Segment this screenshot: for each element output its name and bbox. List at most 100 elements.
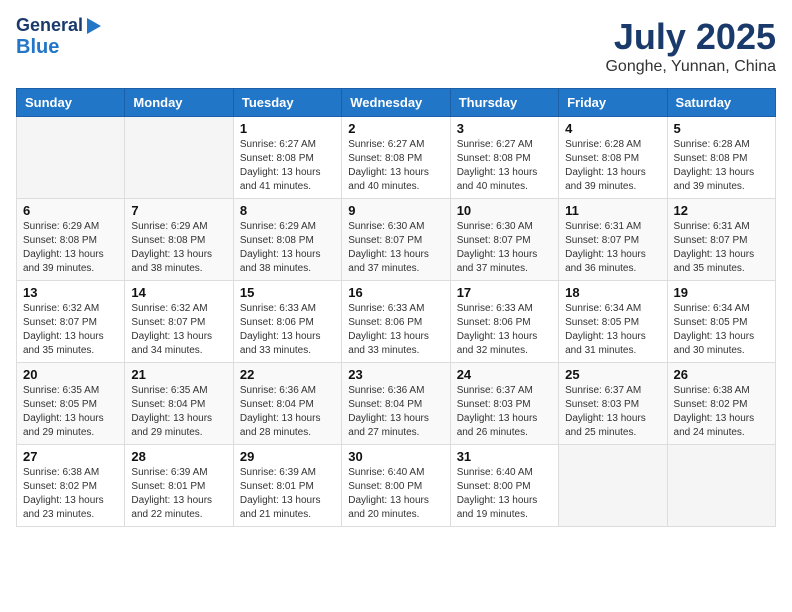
day-detail: Sunrise: 6:29 AM Sunset: 8:08 PM Dayligh… xyxy=(240,220,335,276)
calendar-cell xyxy=(17,117,125,199)
day-detail: Sunrise: 6:40 AM Sunset: 8:00 PM Dayligh… xyxy=(348,466,443,522)
day-number: 4 xyxy=(565,121,660,136)
day-number: 19 xyxy=(674,285,769,300)
day-detail: Sunrise: 6:39 AM Sunset: 8:01 PM Dayligh… xyxy=(240,466,335,522)
logo: General Blue xyxy=(16,16,101,58)
day-detail: Sunrise: 6:33 AM Sunset: 8:06 PM Dayligh… xyxy=(348,302,443,358)
calendar-cell: 28Sunrise: 6:39 AM Sunset: 8:01 PM Dayli… xyxy=(125,445,233,527)
day-detail: Sunrise: 6:33 AM Sunset: 8:06 PM Dayligh… xyxy=(240,302,335,358)
day-detail: Sunrise: 6:27 AM Sunset: 8:08 PM Dayligh… xyxy=(457,138,552,194)
day-detail: Sunrise: 6:40 AM Sunset: 8:00 PM Dayligh… xyxy=(457,466,552,522)
day-detail: Sunrise: 6:35 AM Sunset: 8:04 PM Dayligh… xyxy=(131,384,226,440)
calendar-cell: 17 Sunrise: 6:33 AM Sunset: 8:06 PM Dayli… xyxy=(450,281,558,363)
day-detail: Sunrise: 6:27 AM Sunset: 8:08 PM Dayligh… xyxy=(240,138,335,194)
calendar-cell: 10 Sunrise: 6:30 AM Sunset: 8:07 PM Dayli… xyxy=(450,199,558,281)
day-number: 28 xyxy=(131,449,226,464)
day-number: 30 xyxy=(348,449,443,464)
day-detail: Sunrise: 6:35 AM Sunset: 8:05 PM Dayligh… xyxy=(23,384,118,440)
day-number: 5 xyxy=(674,121,769,136)
weekday-header: Tuesday xyxy=(233,89,341,117)
day-detail: Sunrise: 6:36 AM Sunset: 8:04 PM Dayligh… xyxy=(348,384,443,440)
day-detail: Sunrise: 6:30 AM Sunset: 8:07 PM Dayligh… xyxy=(457,220,552,276)
day-number: 20 xyxy=(23,367,118,382)
day-detail: Sunrise: 6:34 AM Sunset: 8:05 PM Dayligh… xyxy=(674,302,769,358)
title-block: July 2025 Gonghe, Yunnan, China xyxy=(605,16,776,76)
calendar-cell: 18 Sunrise: 6:34 AM Sunset: 8:05 PM Dayli… xyxy=(559,281,667,363)
calendar-cell: 4 Sunrise: 6:28 AM Sunset: 8:08 PM Daylig… xyxy=(559,117,667,199)
calendar-cell: 29 Sunrise: 6:39 AM Sunset: 8:01 PM Dayli… xyxy=(233,445,341,527)
day-detail: Sunrise: 6:37 AM Sunset: 8:03 PM Dayligh… xyxy=(565,384,660,440)
month-title: July 2025 xyxy=(605,16,776,58)
day-detail: Sunrise: 6:31 AM Sunset: 8:07 PM Dayligh… xyxy=(674,220,769,276)
day-detail: Sunrise: 6:29 AM Sunset: 8:08 PM Dayligh… xyxy=(23,220,118,276)
calendar-table: SundayMondayTuesdayWednesdayThursdayFrid… xyxy=(16,88,776,527)
calendar-cell: 1 Sunrise: 6:27 AM Sunset: 8:08 PM Daylig… xyxy=(233,117,341,199)
calendar-cell: 3 Sunrise: 6:27 AM Sunset: 8:08 PM Daylig… xyxy=(450,117,558,199)
day-detail: Sunrise: 6:33 AM Sunset: 8:06 PM Dayligh… xyxy=(457,302,552,358)
day-number: 8 xyxy=(240,203,335,218)
calendar-cell: 9 Sunrise: 6:30 AM Sunset: 8:07 PM Daylig… xyxy=(342,199,450,281)
calendar-week-row: 13 Sunrise: 6:32 AM Sunset: 8:07 PM Dayli… xyxy=(17,281,776,363)
day-number: 11 xyxy=(565,203,660,218)
logo-text-general: General xyxy=(16,16,83,36)
day-number: 18 xyxy=(565,285,660,300)
location-title: Gonghe, Yunnan, China xyxy=(605,58,776,76)
weekday-header: Thursday xyxy=(450,89,558,117)
day-detail: Sunrise: 6:30 AM Sunset: 8:07 PM Dayligh… xyxy=(348,220,443,276)
calendar-cell: 13 Sunrise: 6:32 AM Sunset: 8:07 PM Dayli… xyxy=(17,281,125,363)
calendar-cell xyxy=(667,445,775,527)
weekday-header: Friday xyxy=(559,89,667,117)
day-detail: Sunrise: 6:37 AM Sunset: 8:03 PM Dayligh… xyxy=(457,384,552,440)
day-number: 29 xyxy=(240,449,335,464)
calendar-cell: 26Sunrise: 6:38 AM Sunset: 8:02 PM Dayli… xyxy=(667,363,775,445)
weekday-header: Monday xyxy=(125,89,233,117)
day-number: 1 xyxy=(240,121,335,136)
calendar-cell xyxy=(559,445,667,527)
day-number: 12 xyxy=(674,203,769,218)
calendar-cell: 25 Sunrise: 6:37 AM Sunset: 8:03 PM Dayli… xyxy=(559,363,667,445)
calendar-week-row: 20 Sunrise: 6:35 AM Sunset: 8:05 PM Dayli… xyxy=(17,363,776,445)
calendar-cell: 22Sunrise: 6:36 AM Sunset: 8:04 PM Dayli… xyxy=(233,363,341,445)
calendar-cell: 23 Sunrise: 6:36 AM Sunset: 8:04 PM Dayli… xyxy=(342,363,450,445)
day-number: 13 xyxy=(23,285,118,300)
calendar-cell: 30 Sunrise: 6:40 AM Sunset: 8:00 PM Dayli… xyxy=(342,445,450,527)
day-number: 27 xyxy=(23,449,118,464)
calendar-cell: 7 Sunrise: 6:29 AM Sunset: 8:08 PM Daylig… xyxy=(125,199,233,281)
day-number: 31 xyxy=(457,449,552,464)
calendar-cell: 5Sunrise: 6:28 AM Sunset: 8:08 PM Daylig… xyxy=(667,117,775,199)
day-number: 3 xyxy=(457,121,552,136)
calendar-cell: 19 Sunrise: 6:34 AM Sunset: 8:05 PM Dayli… xyxy=(667,281,775,363)
day-number: 7 xyxy=(131,203,226,218)
calendar-cell xyxy=(125,117,233,199)
day-number: 26 xyxy=(674,367,769,382)
day-number: 23 xyxy=(348,367,443,382)
day-number: 21 xyxy=(131,367,226,382)
day-number: 16 xyxy=(348,285,443,300)
day-number: 15 xyxy=(240,285,335,300)
logo-arrow-icon xyxy=(87,18,101,34)
calendar-cell: 21 Sunrise: 6:35 AM Sunset: 8:04 PM Dayli… xyxy=(125,363,233,445)
day-number: 6 xyxy=(23,203,118,218)
weekday-header: Sunday xyxy=(17,89,125,117)
day-number: 25 xyxy=(565,367,660,382)
calendar-cell: 27Sunrise: 6:38 AM Sunset: 8:02 PM Dayli… xyxy=(17,445,125,527)
calendar-cell: 20 Sunrise: 6:35 AM Sunset: 8:05 PM Dayli… xyxy=(17,363,125,445)
day-detail: Sunrise: 6:29 AM Sunset: 8:08 PM Dayligh… xyxy=(131,220,226,276)
day-detail: Sunrise: 6:32 AM Sunset: 8:07 PM Dayligh… xyxy=(131,302,226,358)
day-detail: Sunrise: 6:27 AM Sunset: 8:08 PM Dayligh… xyxy=(348,138,443,194)
calendar-cell: 12 Sunrise: 6:31 AM Sunset: 8:07 PM Dayli… xyxy=(667,199,775,281)
day-detail: Sunrise: 6:28 AM Sunset: 8:08 PM Dayligh… xyxy=(565,138,660,194)
day-detail: Sunrise: 6:34 AM Sunset: 8:05 PM Dayligh… xyxy=(565,302,660,358)
day-detail: Sunrise: 6:32 AM Sunset: 8:07 PM Dayligh… xyxy=(23,302,118,358)
page-header: General Blue July 2025 Gonghe, Yunnan, C… xyxy=(16,16,776,76)
calendar-cell: 8 Sunrise: 6:29 AM Sunset: 8:08 PM Daylig… xyxy=(233,199,341,281)
day-number: 9 xyxy=(348,203,443,218)
calendar-header-row: SundayMondayTuesdayWednesdayThursdayFrid… xyxy=(17,89,776,117)
day-number: 10 xyxy=(457,203,552,218)
calendar-cell: 2Sunrise: 6:27 AM Sunset: 8:08 PM Daylig… xyxy=(342,117,450,199)
day-number: 17 xyxy=(457,285,552,300)
day-number: 14 xyxy=(131,285,226,300)
calendar-cell: 16 Sunrise: 6:33 AM Sunset: 8:06 PM Dayli… xyxy=(342,281,450,363)
weekday-header: Wednesday xyxy=(342,89,450,117)
day-detail: Sunrise: 6:36 AM Sunset: 8:04 PM Dayligh… xyxy=(240,384,335,440)
